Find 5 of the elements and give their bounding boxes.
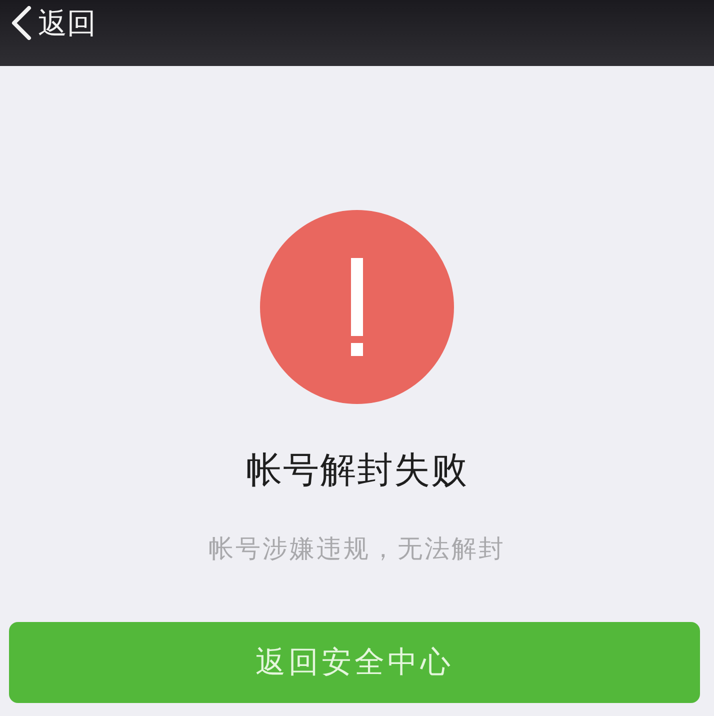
back-button[interactable]: 返回 [10, 5, 96, 41]
exclamation-icon [260, 210, 454, 404]
result-title: 帐号解封失败 [246, 449, 468, 493]
result-message: 帐号涉嫌违规，无法解封 [208, 533, 506, 565]
chevron-left-icon [10, 6, 32, 40]
